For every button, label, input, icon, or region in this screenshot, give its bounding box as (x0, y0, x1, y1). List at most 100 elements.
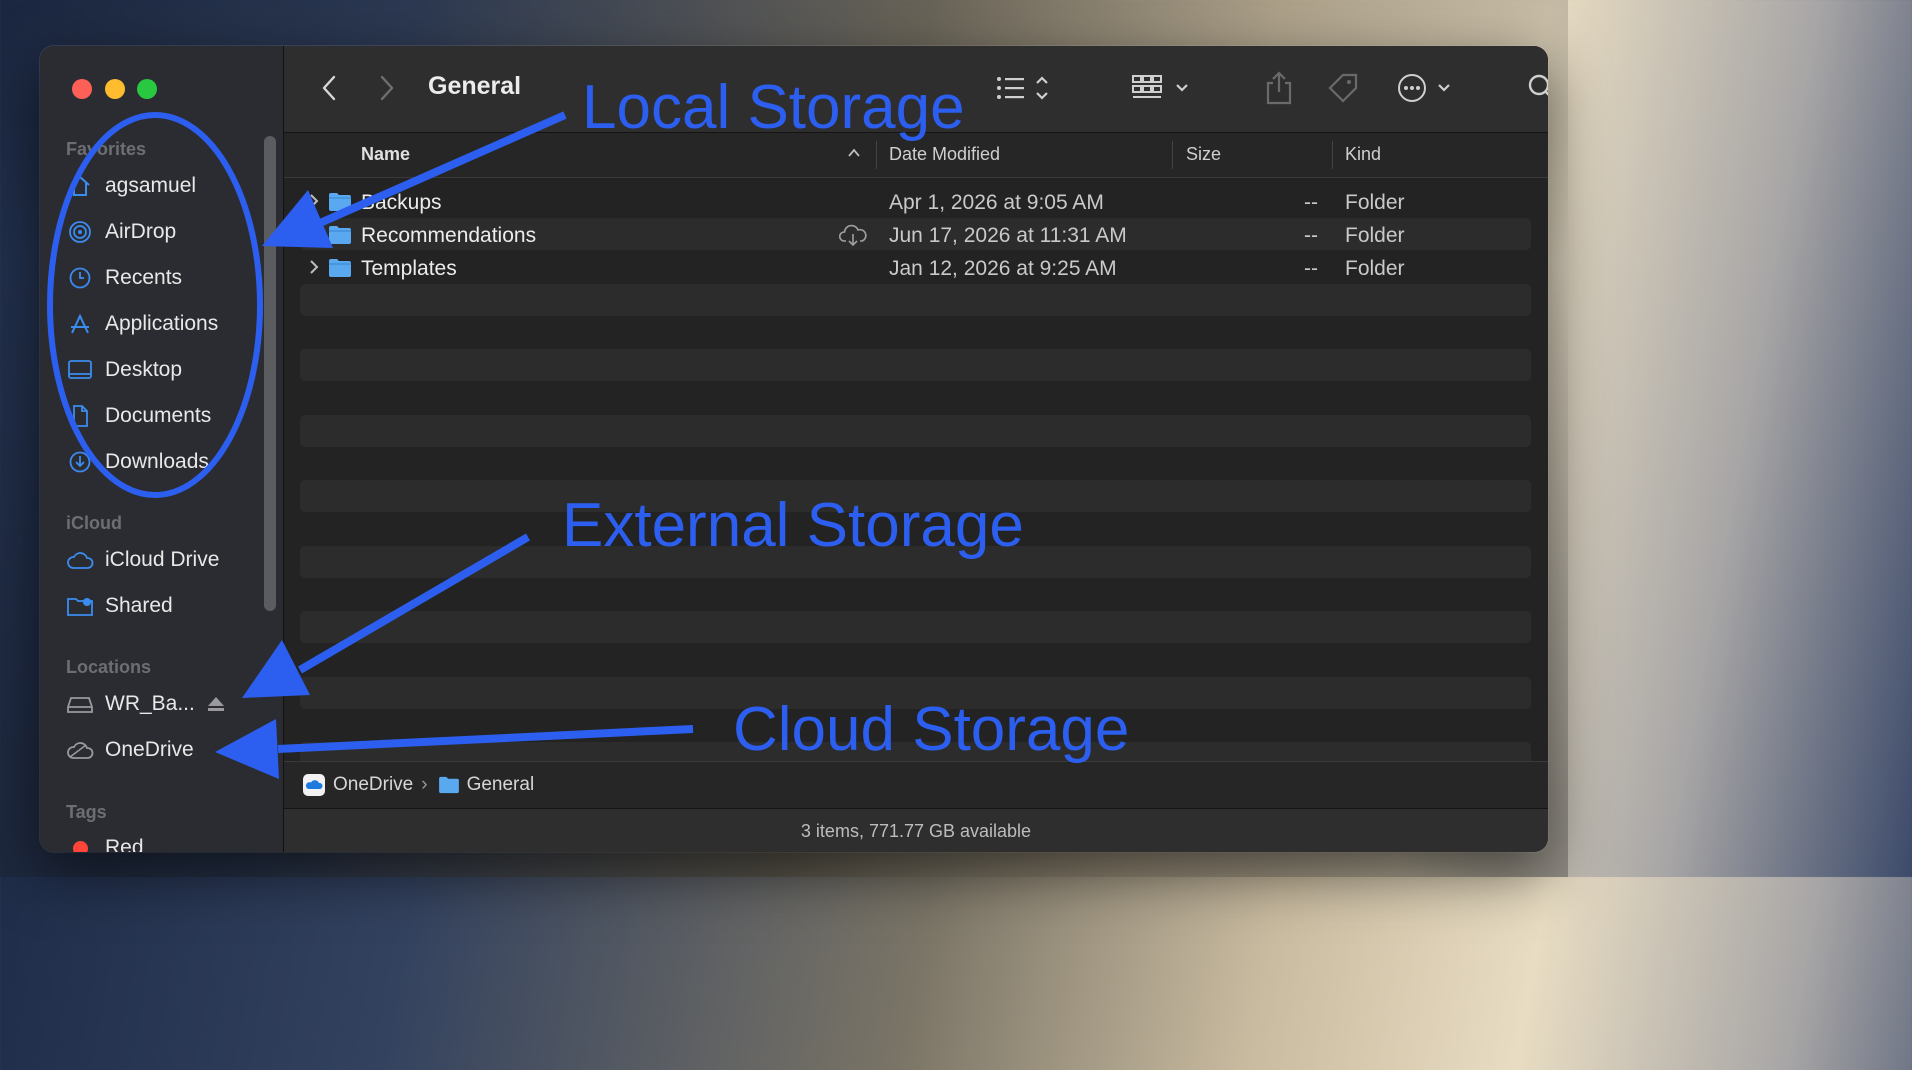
group-icon[interactable] (1130, 70, 1194, 106)
sidebar-item-wr-backup-drive[interactable]: WR_Ba... (66, 686, 266, 722)
sidebar-item-icloud-drive[interactable]: iCloud Drive (66, 542, 266, 578)
sort-ascending-icon[interactable] (847, 146, 861, 164)
onedrive-icon (66, 736, 94, 764)
folder-icon (328, 225, 352, 250)
sidebar-item-label: Applications (105, 312, 219, 335)
file-date-modified: Jun 17, 2026 at 11:31 AM (889, 224, 1127, 247)
folder-icon (328, 258, 352, 283)
folder-icon (328, 192, 352, 217)
status-bar: 3 items, 771.77 GB available (284, 808, 1548, 852)
sidebar-item-shared[interactable]: Shared (66, 588, 266, 624)
disclosure-triangle-icon[interactable] (308, 258, 320, 281)
sidebar-item-label: Red (105, 836, 144, 852)
sidebar: Favorites agsamuel AirDrop Recents Appli… (40, 46, 284, 852)
row-stripe (300, 415, 1531, 447)
share-icon[interactable] (1262, 68, 1296, 108)
cloud-icon (66, 546, 94, 574)
sidebar-item-label: Recents (105, 266, 183, 289)
more-icon[interactable] (1396, 70, 1462, 106)
sidebar-section-locations: Locations (66, 657, 152, 677)
file-kind: Folder (1345, 224, 1405, 247)
column-header-date-modified[interactable]: Date Modified (889, 144, 1000, 165)
sidebar-section-favorites: Favorites (66, 139, 147, 159)
eject-icon[interactable] (207, 696, 225, 712)
shared-folder-icon (66, 592, 94, 620)
path-item-general[interactable]: General (467, 774, 535, 796)
table-row[interactable]: Backups Apr 1, 2026 at 9:05 AM -- Folder (284, 186, 1548, 219)
file-kind: Folder (1345, 191, 1405, 214)
forward-icon[interactable] (372, 72, 402, 104)
sidebar-item-label: Documents (105, 404, 212, 427)
sidebar-item-label: iCloud Drive (105, 548, 220, 571)
column-divider[interactable] (1172, 141, 1173, 169)
disclosure-triangle-icon[interactable] (308, 192, 320, 215)
path-bar: OneDrive › General (284, 761, 1548, 808)
sidebar-item-agsamuel[interactable]: agsamuel (66, 168, 266, 204)
sidebar-scrollbar[interactable] (264, 136, 276, 611)
sidebar-item-downloads[interactable]: Downloads (66, 444, 266, 480)
column-header-name[interactable]: Name (361, 144, 410, 165)
sidebar-item-label: Desktop (105, 358, 183, 381)
file-list: Backups Apr 1, 2026 at 9:05 AM -- Folder… (284, 178, 1548, 761)
cloud-download-icon[interactable] (838, 223, 868, 252)
document-icon (66, 402, 94, 430)
file-size: -- (1304, 191, 1318, 214)
clock-icon (66, 264, 94, 292)
sidebar-item-label: agsamuel (105, 174, 197, 197)
file-kind: Folder (1345, 257, 1405, 280)
sidebar-item-documents[interactable]: Documents (66, 398, 266, 434)
file-size: -- (1304, 257, 1318, 280)
sidebar-item-applications[interactable]: Applications (66, 306, 266, 342)
column-divider[interactable] (1332, 141, 1333, 169)
sidebar-item-label: AirDrop (105, 220, 177, 243)
sidebar-item-label: WR_Ba... (105, 692, 195, 715)
table-row[interactable]: Templates Jan 12, 2026 at 9:25 AM -- Fol… (284, 252, 1548, 285)
sidebar-item-label: Shared (105, 594, 173, 617)
column-header-kind[interactable]: Kind (1345, 144, 1381, 165)
row-stripe (300, 611, 1531, 643)
path-item-onedrive[interactable]: OneDrive (333, 774, 413, 796)
row-stripe (300, 349, 1531, 381)
file-date-modified: Jan 12, 2026 at 9:25 AM (889, 257, 1117, 280)
onedrive-app-icon (303, 774, 325, 796)
applications-icon (66, 310, 94, 338)
file-date-modified: Apr 1, 2026 at 9:05 AM (889, 191, 1104, 214)
zoom-button[interactable] (137, 79, 157, 99)
red-tag-dot-icon (66, 834, 94, 852)
sidebar-section-tags: Tags (66, 802, 107, 822)
window-title: General (428, 72, 522, 100)
file-name: Templates (361, 257, 457, 280)
sidebar-section-icloud: iCloud (66, 513, 122, 533)
close-button[interactable] (72, 79, 92, 99)
back-icon[interactable] (314, 72, 344, 104)
minimize-button[interactable] (105, 79, 125, 99)
drive-icon (66, 690, 94, 718)
file-name: Backups (361, 191, 442, 214)
column-header-size[interactable]: Size (1186, 144, 1221, 165)
sidebar-item-label: OneDrive (105, 738, 194, 761)
column-divider[interactable] (876, 141, 877, 169)
folder-icon (438, 776, 460, 794)
list-view-icon[interactable] (994, 70, 1058, 106)
search-icon[interactable] (1524, 70, 1548, 106)
annotation-cloud-storage: Cloud Storage (733, 695, 1130, 764)
table-row[interactable]: Recommendations Jun 17, 2026 at 11:31 AM… (284, 219, 1548, 252)
home-icon (66, 172, 94, 200)
sidebar-item-desktop[interactable]: Desktop (66, 352, 266, 388)
sidebar-item-tag-red[interactable]: Red (66, 830, 266, 852)
path-separator: › (421, 774, 428, 795)
sidebar-item-recents[interactable]: Recents (66, 260, 266, 296)
sidebar-item-airdrop[interactable]: AirDrop (66, 214, 266, 250)
airdrop-icon (66, 218, 94, 246)
status-text: 3 items, 771.77 GB available (800, 820, 1032, 841)
desktop-icon (66, 356, 94, 384)
sidebar-item-label: Downloads (105, 450, 209, 473)
annotation-external-storage: External Storage (562, 491, 1024, 560)
file-name: Recommendations (361, 224, 537, 247)
annotation-local-storage: Local Storage (582, 73, 965, 142)
download-icon (66, 448, 94, 476)
sidebar-item-onedrive[interactable]: OneDrive (66, 732, 266, 768)
file-size: -- (1304, 224, 1318, 247)
tag-icon[interactable] (1324, 68, 1362, 108)
row-stripe (300, 284, 1531, 316)
